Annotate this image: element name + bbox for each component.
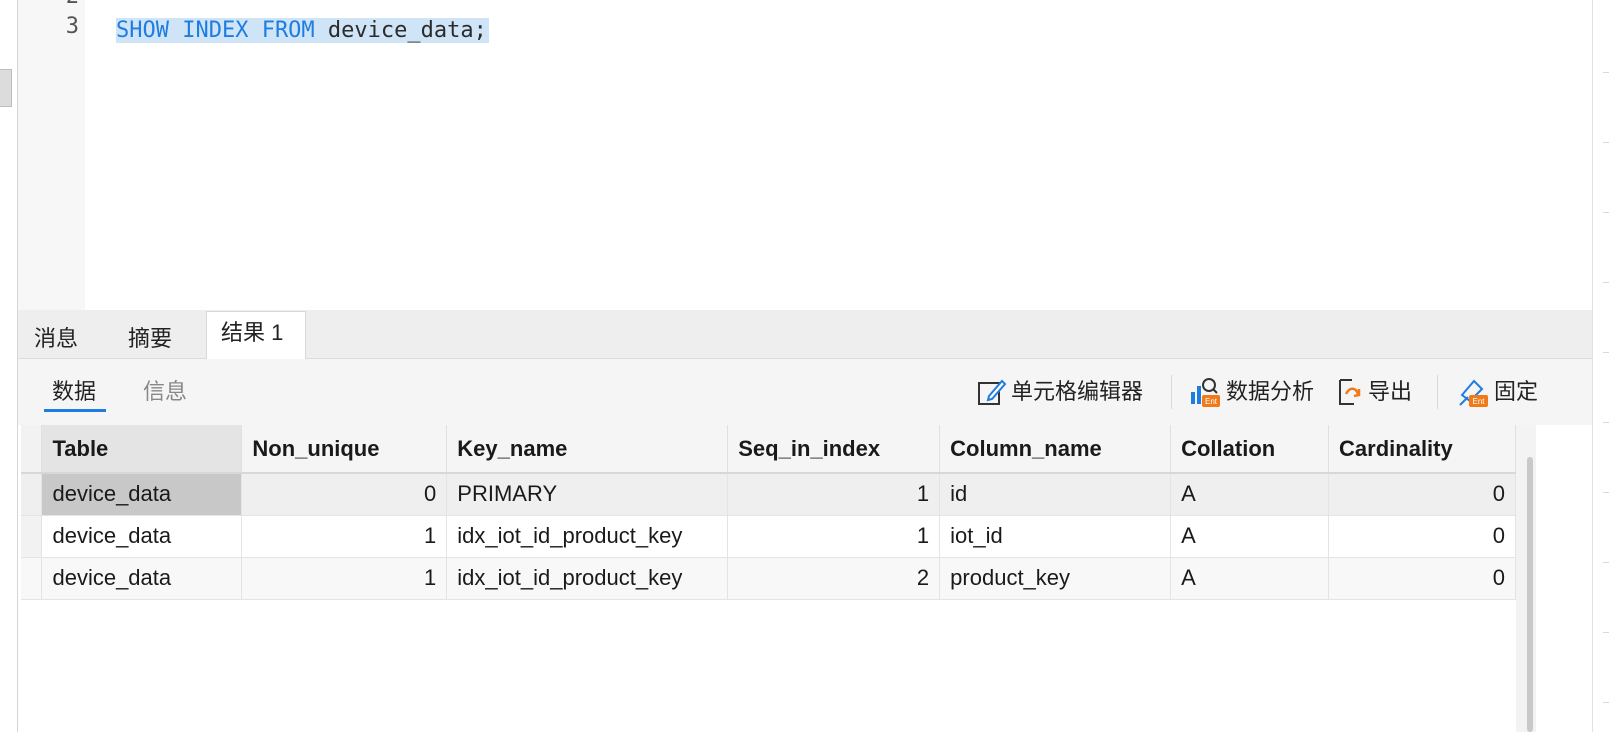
pencil-icon	[978, 379, 1007, 405]
sql-identifier: device_data;	[314, 18, 487, 43]
grid-vertical-scrollbar[interactable]	[1516, 425, 1536, 732]
table-cell[interactable]: 0	[1328, 515, 1516, 558]
table-cell[interactable]: 0	[1328, 473, 1516, 516]
column-header-column-name[interactable]: Column_name	[939, 425, 1172, 474]
table-cell[interactable]: PRIMARY	[446, 473, 729, 516]
table-cell[interactable]: device_data	[41, 473, 243, 516]
header-row: Table Non_unique Key_name Seq_in_index C…	[21, 425, 1516, 474]
divider	[1603, 282, 1609, 283]
export-button[interactable]: 导出	[1334, 374, 1412, 410]
divider	[1603, 142, 1609, 143]
pin-label: 固定	[1494, 379, 1539, 404]
svg-text:Ent: Ent	[1205, 397, 1218, 406]
column-header-seq-in-index[interactable]: Seq_in_index	[727, 425, 941, 474]
export-label: 导出	[1368, 379, 1413, 404]
table-cell[interactable]: 1	[241, 557, 448, 600]
export-icon	[1339, 379, 1361, 405]
column-header-table[interactable]: Table	[41, 425, 243, 474]
column-header-key-name[interactable]: Key_name	[446, 425, 729, 474]
row-marker-header	[21, 425, 43, 474]
column-header-collation[interactable]: Collation	[1170, 425, 1330, 474]
scrollbar-thumb[interactable]	[1527, 457, 1533, 732]
table-cell[interactable]: device_data	[41, 515, 243, 558]
cell-editor-button[interactable]: 单元格编辑器	[975, 374, 1143, 410]
divider	[1603, 562, 1609, 563]
table-cell[interactable]: A	[1170, 473, 1330, 516]
result-tab-bar: 消息 摘要 结果 1	[18, 310, 1592, 359]
tab-summary[interactable]: 摘要	[114, 320, 206, 358]
subtab-data[interactable]: 数据	[43, 374, 107, 412]
data-analysis-icon: Ent	[1191, 378, 1220, 407]
result-toolbar: 数据 信息 单元格编辑器 Ent 数据分析 导出 Ent 固定	[18, 359, 1592, 425]
table-cell[interactable]: product_key	[939, 557, 1172, 600]
toolbar-divider	[1171, 375, 1172, 409]
data-analysis-button[interactable]: Ent 数据分析	[1188, 374, 1314, 410]
table-cell[interactable]: A	[1170, 515, 1330, 558]
table-cell[interactable]: 0	[1328, 557, 1516, 600]
pin-icon: Ent	[1459, 379, 1488, 407]
divider	[1603, 72, 1609, 73]
data-analysis-label: 数据分析	[1226, 379, 1315, 404]
line-number: 2	[39, 0, 79, 9]
table-cell[interactable]: id	[939, 473, 1172, 516]
tab-messages[interactable]: 消息	[20, 320, 114, 358]
table-cell[interactable]: idx_iot_id_product_key	[446, 557, 729, 600]
table-cell[interactable]: device_data	[41, 557, 243, 600]
line-number-gutter: 2 3	[18, 0, 85, 310]
column-header-non-unique[interactable]: Non_unique	[241, 425, 448, 474]
table-cell[interactable]: 0	[241, 473, 448, 516]
svg-text:Ent: Ent	[1472, 397, 1485, 406]
table-cell[interactable]: idx_iot_id_product_key	[446, 515, 729, 558]
table-row[interactable]: device_data 1 idx_iot_id_product_key 2 p…	[21, 557, 1516, 600]
left-edge-handle[interactable]	[0, 69, 12, 107]
table-row[interactable]: device_data 0 PRIMARY 1 id A 0	[21, 473, 1516, 516]
divider	[1603, 492, 1609, 493]
divider	[1603, 352, 1609, 353]
table-cell[interactable]: A	[1170, 557, 1330, 600]
tab-result-1[interactable]: 结果 1	[206, 311, 306, 359]
row-marker[interactable]	[21, 515, 43, 558]
table-cell[interactable]: iot_id	[939, 515, 1172, 558]
result-table: Table Non_unique Key_name Seq_in_index C…	[21, 425, 1516, 600]
table-row[interactable]: device_data 1 idx_iot_id_product_key 1 i…	[21, 515, 1516, 558]
divider	[1603, 632, 1609, 633]
toolbar-divider	[1437, 375, 1438, 409]
table-cell[interactable]: 1	[727, 473, 941, 516]
table-cell[interactable]: 1	[727, 515, 941, 558]
row-marker[interactable]	[21, 557, 43, 600]
code-line[interactable]: SHOW INDEX FROM device_data;	[116, 14, 489, 48]
line-number: 3	[65, 14, 79, 39]
divider	[1603, 212, 1609, 213]
sql-editor[interactable]: 2 3 SHOW INDEX FROM device_data;	[18, 0, 1592, 310]
cell-editor-label: 单元格编辑器	[1011, 379, 1144, 404]
column-header-cardinality[interactable]: Cardinality	[1328, 425, 1516, 474]
row-marker[interactable]	[21, 473, 43, 516]
window-right-border	[1592, 0, 1609, 732]
divider	[1603, 422, 1609, 423]
selected-text: SHOW INDEX FROM device_data;	[116, 18, 489, 43]
result-grid[interactable]: Table Non_unique Key_name Seq_in_index C…	[21, 425, 1516, 732]
table-cell[interactable]: 2	[727, 557, 941, 600]
divider	[1603, 702, 1609, 703]
window-left-border	[0, 0, 18, 732]
sql-keywords: SHOW INDEX FROM	[116, 18, 315, 43]
subtab-info[interactable]: 信息	[143, 374, 187, 410]
table-cell[interactable]: 1	[241, 515, 448, 558]
results-panel: 消息 摘要 结果 1 数据 信息 单元格编辑器 Ent 数据分析 导出 Ent …	[18, 310, 1592, 732]
pin-button[interactable]: Ent 固定	[1456, 374, 1538, 410]
